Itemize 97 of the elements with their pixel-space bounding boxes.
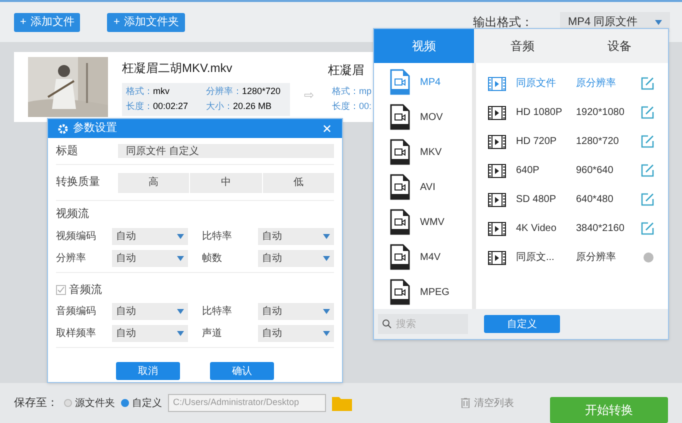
file-info-text: 分辨率：1280*720 — [206, 84, 282, 98]
custom-button[interactable]: 自定义 — [484, 315, 560, 333]
title-input[interactable]: 同原文件 自定义 — [118, 144, 334, 158]
quality-segment[interactable]: 中 — [190, 172, 262, 192]
dropdown[interactable]: 自动 — [112, 303, 188, 320]
format-tab[interactable]: 视频 — [374, 29, 474, 63]
edit-icon[interactable] — [641, 106, 654, 119]
format-tab[interactable]: 设备 — [571, 29, 668, 63]
film-icon — [488, 164, 506, 178]
field-label: 视频编码 — [56, 230, 97, 244]
close-button[interactable]: ✕ — [322, 120, 332, 138]
file-info-text: 格式：mkv — [126, 84, 170, 98]
dropdown[interactable]: 自动 — [258, 228, 334, 244]
field-label: 比特率 — [202, 230, 233, 244]
dropdown-caret-icon — [177, 331, 184, 336]
radio-option[interactable]: 自定义 — [121, 396, 162, 410]
section-heading: 音频流 — [69, 282, 102, 298]
edit-icon[interactable] — [641, 193, 654, 206]
section-heading: 视频流 — [56, 206, 90, 222]
add-button[interactable]: + 添加文件 — [14, 12, 80, 32]
check-icon — [57, 286, 65, 294]
film-icon — [488, 76, 506, 90]
dropdown-caret-icon — [323, 256, 330, 260]
format-item[interactable]: MOV — [390, 104, 472, 130]
quality-segment[interactable]: 高 — [118, 172, 190, 192]
edit-icon[interactable] — [641, 135, 654, 148]
format-tab[interactable]: 音频 — [474, 29, 571, 63]
dot-icon — [643, 252, 654, 263]
field-label: 取样频率 — [56, 326, 97, 341]
preset-row[interactable]: SD 480P 640*480 — [488, 185, 654, 214]
field-label: 帧数 — [202, 252, 223, 266]
preset-row[interactable]: 同原文... 原分辨率 — [488, 243, 654, 272]
save-label: 保存至： — [14, 396, 58, 411]
checkbox[interactable] — [56, 284, 66, 295]
field-label: 标题 — [56, 144, 79, 159]
preset-row[interactable]: 4K Video 3840*2160 — [488, 214, 654, 243]
format-item[interactable]: WMV — [390, 209, 472, 235]
video-file-icon — [390, 209, 410, 235]
film-icon — [488, 192, 506, 206]
quality-segment[interactable]: 低 — [262, 172, 334, 192]
format-item[interactable]: MKV — [390, 139, 472, 165]
field-label: 分辨率 — [56, 252, 87, 266]
film-icon — [488, 250, 506, 264]
video-file-icon — [390, 174, 410, 200]
dropdown-caret-icon — [323, 309, 330, 314]
video-file-icon — [390, 244, 410, 270]
dropdown-caret-icon — [323, 234, 330, 238]
dropdown[interactable]: 自动 — [258, 303, 334, 320]
dropdown[interactable]: 自动 — [112, 228, 188, 244]
folder-icon[interactable] — [332, 395, 352, 411]
search-icon — [382, 319, 392, 329]
dropdown-caret-icon — [177, 309, 184, 314]
edit-icon[interactable] — [641, 77, 654, 90]
file-info-text: 长度：00: — [332, 100, 372, 113]
file-name: 枉凝眉二胡MKV.mkv — [122, 60, 234, 76]
field-label: 转换质量 — [56, 175, 101, 190]
dropdown-caret-icon — [177, 234, 184, 238]
dropdown[interactable]: 自动 — [258, 250, 334, 266]
file-info-text: 长度：00:02:27 — [126, 100, 190, 113]
film-icon — [488, 134, 506, 148]
add-button[interactable]: + 添加文件夹 — [107, 12, 185, 32]
dropdown-caret-icon — [177, 256, 184, 260]
format-item[interactable]: M4V — [390, 244, 472, 270]
arrow-text: ⇨ — [304, 87, 314, 104]
format-item[interactable]: MPEG — [390, 279, 472, 305]
dropdown-caret-icon — [323, 331, 330, 336]
edit-icon[interactable] — [641, 222, 654, 235]
video-file-icon — [390, 139, 410, 165]
trash-icon — [461, 398, 470, 408]
file-name: 枉凝眉 — [328, 62, 365, 78]
video-file-icon — [390, 104, 410, 130]
radio-option[interactable]: 源文件夹 — [64, 396, 115, 410]
gear-icon — [58, 124, 68, 134]
dropdown[interactable]: 自动 — [258, 325, 334, 342]
field-label: 音频编码 — [56, 304, 97, 319]
edit-icon[interactable] — [641, 164, 654, 177]
preset-row[interactable]: 640P 960*640 — [488, 156, 654, 185]
dialog-button[interactable]: 确认 — [210, 362, 274, 380]
file-info-text: 格式：mp — [332, 84, 372, 98]
preset-row[interactable]: 同原文件 原分辨率 — [488, 69, 654, 98]
format-item[interactable]: AVI — [390, 174, 472, 200]
dropdown[interactable]: 自动 — [112, 325, 188, 342]
field-label: 声道 — [202, 326, 223, 341]
dropdown-caret-icon — [655, 20, 662, 24]
format-item[interactable]: MP4 — [390, 69, 472, 95]
preset-row[interactable]: HD 720P 1280*720 — [488, 127, 654, 156]
video-file-icon — [390, 69, 410, 95]
film-icon — [488, 106, 506, 120]
field-label: 比特率 — [202, 304, 233, 319]
dropdown[interactable]: 自动 — [112, 250, 188, 266]
output-format-label: 输出格式： — [473, 14, 533, 31]
preset-row[interactable]: HD 1080P 1920*1080 — [488, 98, 654, 127]
video-file-icon — [390, 279, 410, 305]
dialog-title: 参数设置 — [73, 121, 118, 136]
file-info-text: 大小：20.26 MB — [206, 100, 273, 113]
film-icon — [488, 222, 506, 236]
dialog-button[interactable]: 取消 — [116, 362, 180, 380]
